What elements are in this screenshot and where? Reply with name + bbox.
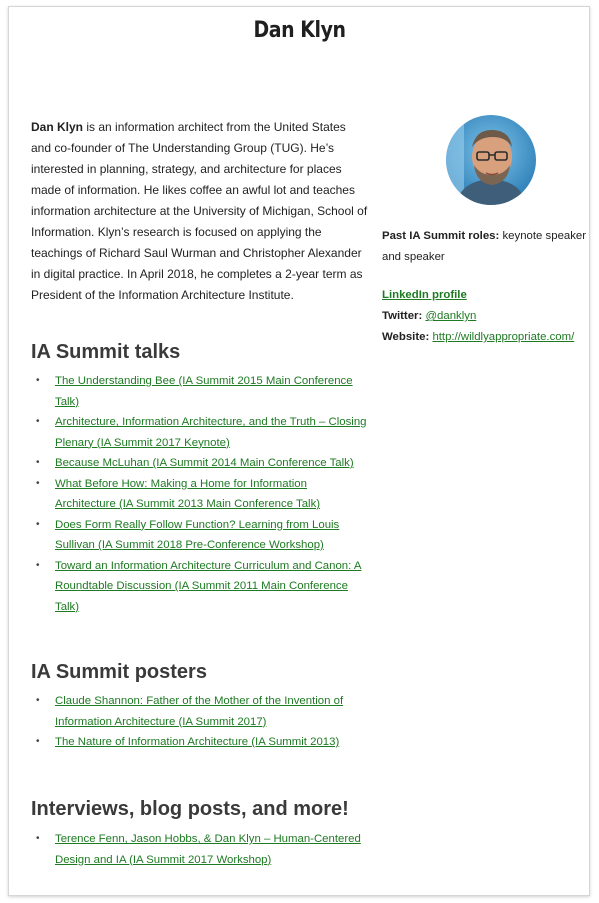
talks-heading: IA Summit talks	[31, 341, 181, 363]
more-list: Terence Fenn, Jason Hobbs, & Dan Klyn – …	[32, 829, 367, 870]
posters-heading: IA Summit posters	[31, 661, 207, 683]
poster-link[interactable]: The Nature of Information Architecture (…	[55, 736, 339, 748]
linkedin-link[interactable]: LinkedIn profile	[382, 289, 467, 301]
summit-roles: Past IA Summit roles: keynote speaker an…	[382, 226, 592, 268]
poster-link[interactable]: Claude Shannon: Father of the Mother of …	[55, 695, 343, 728]
avatar-photo	[446, 115, 536, 205]
bio-paragraph: Dan Klyn is an information architect fro…	[31, 117, 368, 306]
page-title: Dan Klyn	[253, 18, 346, 43]
talk-link[interactable]: Because McLuhan (IA Summit 2014 Main Con…	[55, 457, 354, 469]
interview-link[interactable]: Terence Fenn, Jason Hobbs, & Dan Klyn – …	[55, 833, 361, 866]
bio-text: is an information architect from the Uni…	[31, 120, 368, 302]
list-item: The Understanding Bee (IA Summit 2015 Ma…	[32, 371, 367, 412]
list-item: The Nature of Information Architecture (…	[32, 732, 367, 753]
talks-list: The Understanding Bee (IA Summit 2015 Ma…	[32, 371, 367, 617]
roles-label: Past IA Summit roles:	[382, 230, 500, 242]
list-item: Does Form Really Follow Function? Learni…	[32, 515, 367, 556]
twitter-label: Twitter:	[382, 310, 423, 322]
website-link[interactable]: http://wildlyappropriate.com/	[432, 331, 574, 343]
website-label: Website:	[382, 331, 430, 343]
list-item: Claude Shannon: Father of the Mother of …	[32, 691, 367, 732]
list-item: Architecture, Information Architecture, …	[32, 412, 367, 453]
twitter-link[interactable]: @danklyn	[425, 310, 476, 322]
bio-name: Dan Klyn	[31, 120, 84, 134]
talk-link[interactable]: Does Form Really Follow Function? Learni…	[55, 519, 339, 552]
talk-link[interactable]: Architecture, Information Architecture, …	[55, 416, 367, 449]
profile-links: LinkedIn profile Twitter: @danklyn Websi…	[382, 285, 592, 348]
avatar	[446, 115, 536, 205]
talk-link[interactable]: The Understanding Bee (IA Summit 2015 Ma…	[55, 375, 353, 408]
more-heading: Interviews, blog posts, and more!	[31, 798, 349, 820]
list-item: Terence Fenn, Jason Hobbs, & Dan Klyn – …	[32, 829, 367, 870]
talk-link[interactable]: Toward an Information Architecture Curri…	[55, 560, 361, 613]
talk-link[interactable]: What Before How: Making a Home for Infor…	[55, 478, 320, 511]
list-item: What Before How: Making a Home for Infor…	[32, 474, 367, 515]
list-item: Toward an Information Architecture Curri…	[32, 556, 367, 618]
posters-list: Claude Shannon: Father of the Mother of …	[32, 691, 367, 753]
list-item: Because McLuhan (IA Summit 2014 Main Con…	[32, 453, 367, 474]
